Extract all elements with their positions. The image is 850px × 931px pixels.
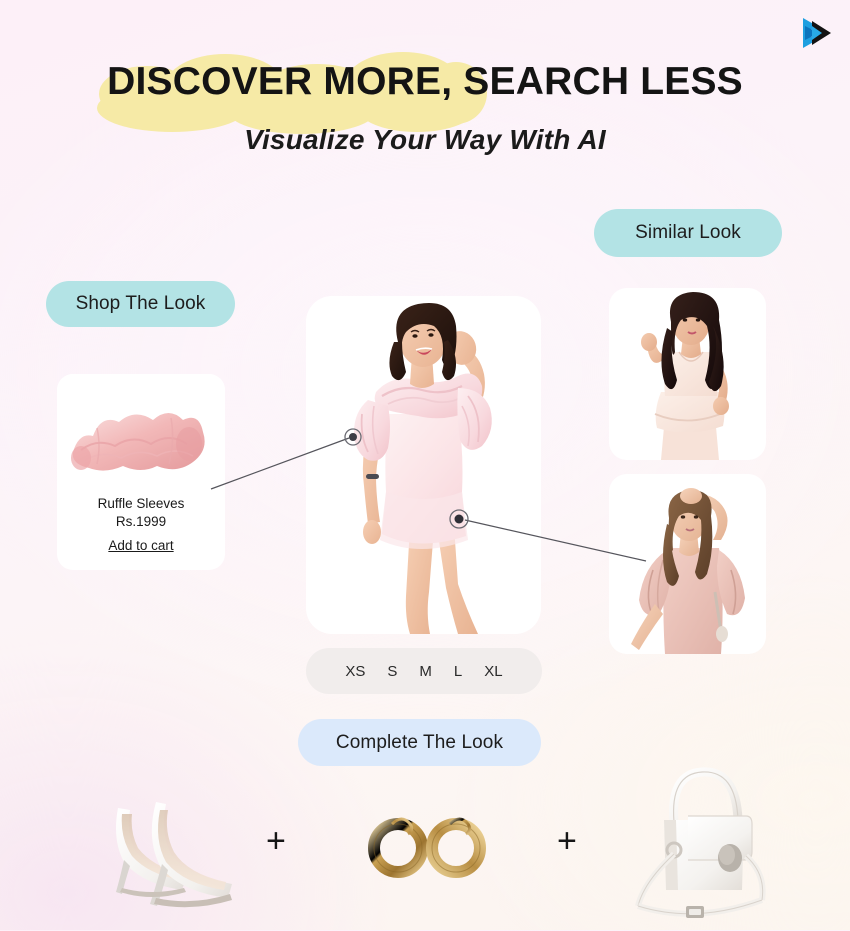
page-title: DISCOVER MORE, SEARCH LESS [97, 52, 743, 134]
page-subtitle: Visualize Your Way With AI [244, 124, 606, 155]
product-price: Rs.1999 [115, 514, 167, 529]
size-option-xl[interactable]: XL [484, 663, 502, 680]
similar-look-image-1 [609, 288, 766, 460]
accessory-white-heels[interactable] [60, 780, 250, 915]
size-option-m[interactable]: M [419, 663, 432, 680]
similar-look-pill[interactable]: Similar Look [594, 209, 782, 257]
size-option-s[interactable]: S [387, 663, 397, 680]
white-stiletto-heels-icon [116, 802, 232, 908]
add-to-cart-link[interactable]: Add to cart [108, 538, 173, 553]
similar-look-thumbnail-1[interactable] [609, 288, 766, 460]
product-card[interactable]: Ruffle Sleeves Rs.1999 Add to cart [57, 374, 225, 570]
accessory-white-handbag[interactable] [626, 758, 776, 926]
similar-look-image-2 [609, 474, 766, 654]
play-arrow-logo-icon [803, 18, 831, 48]
page-title-text: DISCOVER MORE, SEARCH LESS [107, 60, 743, 103]
complete-the-look-label: Complete The Look [335, 731, 504, 753]
plus-separator-1: + [266, 822, 286, 860]
product-title: Ruffle Sleeves [97, 496, 185, 511]
shop-the-look-label: Shop The Look [75, 293, 206, 314]
shop-the-look-pill[interactable]: Shop The Look [46, 281, 235, 327]
complete-the-look-pill[interactable]: Complete The Look [298, 719, 541, 766]
plus-separator-2: + [557, 822, 577, 860]
size-option-l[interactable]: L [454, 663, 462, 680]
size-option-xs[interactable]: XS [345, 663, 365, 680]
brand-logo[interactable] [797, 12, 839, 54]
model-image [306, 296, 541, 634]
hero-model-card[interactable] [306, 296, 541, 634]
headline-block: DISCOVER MORE, SEARCH LESS [0, 52, 850, 134]
size-selector[interactable]: XS S M L XL [306, 648, 542, 694]
ruffle-fabric-image [57, 374, 225, 492]
similar-look-label: Similar Look [635, 222, 741, 243]
white-handbag-icon [635, 767, 766, 918]
similar-look-thumbnail-2[interactable] [609, 474, 766, 654]
poster-canvas: DISCOVER MORE, SEARCH LESS Visualize You… [0, 0, 850, 930]
product-image [57, 374, 225, 492]
gold-hoop-earrings-icon [368, 817, 486, 878]
accessory-gold-hoops[interactable] [358, 808, 498, 880]
